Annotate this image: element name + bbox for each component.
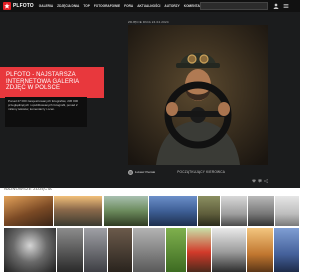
heart-icon[interactable]	[252, 170, 256, 183]
latest-photo-thumbnail[interactable]	[4, 196, 53, 226]
promo-banner: PLFOTO - NAJSTARSZA INTERNETOWA GALERIA …	[0, 67, 104, 98]
main-nav: GALERIA ZDJĘCIA DNIA TOP FOTOGRAFOWIE FO…	[39, 4, 210, 8]
latest-photo-thumbnail[interactable]	[57, 228, 83, 272]
search-input[interactable]	[203, 4, 259, 8]
photo-of-the-day[interactable]	[128, 25, 268, 165]
photo-meta: Łukasz Pieniak POCZĄTKUJĄCY KIEROWCA	[128, 168, 268, 183]
latest-photo-thumbnail[interactable]	[198, 196, 220, 226]
latest-photo-thumbnail[interactable]	[4, 228, 56, 272]
latest-photo-thumbnail[interactable]	[221, 196, 247, 226]
menu-icon[interactable]	[282, 2, 290, 10]
latest-photo-thumbnail[interactable]	[54, 196, 102, 226]
latest-photo-thumbnail[interactable]	[212, 228, 246, 272]
nav-item-zdjecia-dnia[interactable]: ZDJĘCIA DNIA	[57, 4, 79, 8]
top-icons	[272, 2, 292, 10]
avatar[interactable]	[128, 169, 133, 175]
brand-name: PLFOTO	[13, 3, 34, 9]
top-navigation-bar: PLFOTO GALERIA ZDJĘCIA DNIA TOP FOTOGRAF…	[0, 0, 300, 17]
photo-actions	[250, 170, 268, 183]
nav-item-fora[interactable]: FORA	[124, 4, 133, 8]
logo[interactable]: PLFOTO	[3, 2, 34, 10]
comment-icon[interactable]	[258, 170, 262, 183]
latest-photo-thumbnail[interactable]	[84, 228, 107, 272]
latest-photo-thumbnail[interactable]	[247, 228, 273, 272]
latest-photos-heading: NAJNOWSZE ZDJĘCIA	[4, 186, 52, 191]
latest-photo-thumbnail[interactable]	[274, 228, 299, 272]
latest-photo-thumbnail[interactable]	[108, 228, 132, 272]
latest-photo-thumbnail[interactable]	[149, 196, 197, 226]
promo-description: Ponad 27 000 zarejestrowanych fotografów…	[5, 97, 87, 127]
nav-item-galeria[interactable]: GALERIA	[39, 4, 53, 8]
latest-photo-thumbnail[interactable]	[248, 196, 274, 226]
latest-photo-thumbnail[interactable]	[187, 228, 211, 272]
nav-item-autorzy[interactable]: AUTORZY	[164, 4, 179, 8]
user-icon[interactable]	[272, 2, 280, 10]
share-icon[interactable]	[264, 170, 268, 183]
photo-author[interactable]: Łukasz Pieniak	[135, 170, 155, 174]
promo-title: PLFOTO - NAJSTARSZA INTERNETOWA GALERIA …	[6, 72, 79, 92]
nav-item-fotografowie[interactable]: FOTOGRAFOWIE	[94, 4, 120, 8]
photo-of-day-caption: ZDJĘCIE DNIA 24.04.2024	[128, 20, 169, 24]
latest-photo-thumbnail[interactable]	[104, 196, 148, 226]
latest-photo-thumbnail[interactable]	[133, 228, 165, 272]
search-box	[200, 2, 268, 17]
latest-photo-thumbnail[interactable]	[275, 196, 299, 226]
photo-title[interactable]: POCZĄTKUJĄCY KIEROWCA	[177, 170, 225, 174]
nav-item-top[interactable]: TOP	[83, 4, 90, 8]
nav-item-aktualnosci[interactable]: AKTUALNOŚCI	[137, 4, 160, 8]
latest-photo-thumbnail[interactable]	[166, 228, 186, 272]
logo-icon	[3, 2, 11, 10]
